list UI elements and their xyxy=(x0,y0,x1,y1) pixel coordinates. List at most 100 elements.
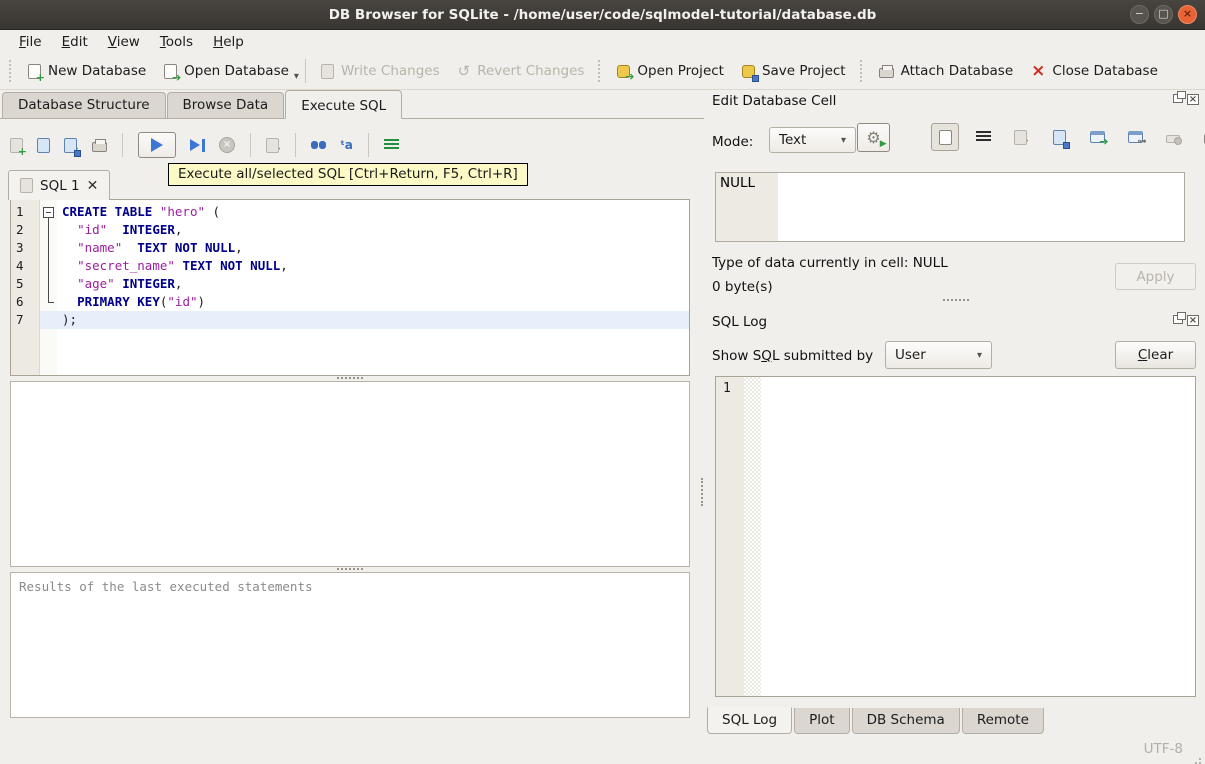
menu-file[interactable]: File xyxy=(10,33,51,51)
tab-db-schema[interactable]: DB Schema xyxy=(851,708,960,734)
float-dock-icon[interactable] xyxy=(1173,91,1186,103)
close-dock-icon[interactable]: × xyxy=(1187,94,1199,105)
find-replace-button[interactable]: ᵗa xyxy=(340,139,353,151)
copy-link-button[interactable]: ⊶ xyxy=(1121,123,1149,151)
stop-execution-button: × xyxy=(219,137,236,153)
fold-margin[interactable] xyxy=(40,203,57,221)
code-line-5[interactable]: 5 "age" INTEGER, xyxy=(11,275,689,293)
new-sql-tab-button[interactable]: + xyxy=(10,137,27,157)
execute-sql-button[interactable] xyxy=(138,132,177,158)
attach-database-button[interactable]: Attach Database xyxy=(870,56,1023,86)
close-database-icon: × xyxy=(1031,60,1046,81)
tab-sql-log[interactable]: SQL Log xyxy=(707,707,793,734)
toolbar-handle[interactable] xyxy=(598,60,603,82)
save-sql-file-button[interactable]: ▾ xyxy=(64,135,81,157)
text-mode-button[interactable] xyxy=(931,123,959,151)
sql-log-dock-controls: × xyxy=(1173,312,1199,326)
open-database-button[interactable]: ➔ Open Database xyxy=(155,56,298,86)
right-dock-area: Edit Database Cell × Mode: Text ▾ ⚙▶ ▾ ➔ xyxy=(707,90,1205,735)
title-bar[interactable]: DB Browser for SQLite - /home/user/code/… xyxy=(0,0,1205,30)
word-wrap-button[interactable] xyxy=(969,123,997,151)
menu-help[interactable]: Help xyxy=(204,33,253,51)
open-sql-file-button[interactable] xyxy=(37,137,50,153)
menu-edit[interactable]: Edit xyxy=(53,33,97,51)
code-line-7[interactable]: 7); xyxy=(11,311,689,329)
import-icon xyxy=(1013,129,1027,145)
print-cell-button[interactable] xyxy=(1197,123,1205,151)
sql-log-view[interactable]: 1 xyxy=(715,376,1196,697)
log-filter-combobox[interactable]: User ▾ xyxy=(885,341,992,369)
code-text: ); xyxy=(57,311,689,329)
main-tab-bar: Database Structure Browse Data Execute S… xyxy=(0,90,704,119)
format-sql-button[interactable] xyxy=(383,139,399,151)
results-grid-panel[interactable] xyxy=(10,381,690,567)
menu-view[interactable]: View xyxy=(99,33,149,51)
window-title: DB Browser for SQLite - /home/user/code/… xyxy=(328,6,877,23)
sql-tab-close-icon[interactable]: ✕ xyxy=(87,178,99,194)
minimize-button[interactable]: − xyxy=(1130,5,1149,24)
code-line-6[interactable]: 6 PRIMARY KEY("id") xyxy=(11,293,689,311)
sql-document-tab[interactable]: SQL 1 ✕ xyxy=(8,170,111,200)
sql-tab-doc-icon xyxy=(20,178,33,193)
export-data-button[interactable] xyxy=(1045,123,1073,151)
menu-tools[interactable]: Tools xyxy=(151,33,202,51)
line-number: 2 xyxy=(16,222,24,237)
execute-current-line-button[interactable] xyxy=(190,138,206,152)
save-results-icon xyxy=(266,137,280,153)
chevron-down-icon: ▾ xyxy=(976,349,982,361)
close-dock-icon[interactable]: × xyxy=(1187,315,1199,326)
code-text: "secret_name" TEXT NOT NULL, xyxy=(77,258,288,273)
edit-cell-toolbar: ▾ ➔ ⊶ xyxy=(931,123,1205,151)
tab-database-structure[interactable]: Database Structure xyxy=(2,92,166,118)
tab-remote[interactable]: Remote xyxy=(961,708,1044,734)
save-project-button[interactable]: Save Project xyxy=(733,56,855,86)
cell-value: NULL xyxy=(720,175,756,191)
sql-log-title: SQL Log xyxy=(712,314,768,330)
log-line-number: 1 xyxy=(723,381,731,396)
close-button[interactable]: × xyxy=(1178,5,1197,24)
code-text: "id" INTEGER, xyxy=(77,222,183,237)
word-wrap-icon xyxy=(975,131,991,143)
toolbar-handle[interactable] xyxy=(9,60,14,82)
new-database-button[interactable]: + New Database xyxy=(19,56,155,86)
save-results-button: ▾ xyxy=(266,135,280,156)
line-number: 7 xyxy=(16,312,24,327)
external-window-icon: ➔ xyxy=(1089,131,1109,147)
float-dock-icon[interactable] xyxy=(1173,312,1186,324)
open-project-button[interactable]: ➔ Open Project xyxy=(608,56,733,86)
auto-apply-button[interactable]: ⚙ ▶ xyxy=(857,123,890,152)
main-splitter-handle[interactable] xyxy=(701,478,703,506)
code-line-3[interactable]: 3 "name" TEXT NOT NULL, xyxy=(11,239,689,257)
toolbar-handle[interactable] xyxy=(859,60,865,82)
open-in-external-button[interactable]: ➔ xyxy=(1083,123,1111,151)
edit-cell-title: Edit Database Cell xyxy=(712,93,837,109)
cell-size-info: 0 byte(s) xyxy=(712,279,773,295)
open-database-dropdown-arrow[interactable]: ▾ xyxy=(294,61,299,82)
mode-combobox[interactable]: Text ▾ xyxy=(769,127,856,153)
fold-margin xyxy=(40,221,57,239)
tab-browse-data[interactable]: Browse Data xyxy=(166,92,285,118)
mode-value: Text xyxy=(779,132,807,148)
cell-value-editor[interactable]: NULL xyxy=(715,172,1185,242)
close-database-button[interactable]: × Close Database xyxy=(1022,56,1167,86)
print-icon xyxy=(92,139,108,152)
tab-plot[interactable]: Plot xyxy=(794,708,850,734)
maximize-button[interactable]: □ xyxy=(1154,5,1173,24)
new-sql-tab-icon: + xyxy=(10,137,27,157)
clear-log-button[interactable]: Clear xyxy=(1115,341,1196,369)
mode-label: Mode: xyxy=(712,134,754,150)
sql-code-editor[interactable]: 1 CREATE TABLE "hero" (2 "id" INTEGER, 3 "… xyxy=(10,199,690,376)
find-replace-icon: ᵗa xyxy=(340,138,353,152)
fold-margin xyxy=(40,275,57,293)
code-line-4[interactable]: 4 "secret_name" TEXT NOT NULL, xyxy=(11,257,689,275)
print-sql-button[interactable] xyxy=(92,138,108,152)
new-database-icon: + xyxy=(28,63,45,83)
tab-execute-sql[interactable]: Execute SQL xyxy=(285,90,403,119)
dock-splitter[interactable] xyxy=(707,297,1205,303)
code-line-1[interactable]: 1 CREATE TABLE "hero" ( xyxy=(11,203,689,221)
log-filter-label: Show SQL submitted by xyxy=(712,348,874,364)
resize-grip[interactable] xyxy=(1199,758,1201,760)
execute-play-icon xyxy=(151,138,164,152)
find-button[interactable] xyxy=(311,141,326,149)
code-line-2[interactable]: 2 "id" INTEGER, xyxy=(11,221,689,239)
